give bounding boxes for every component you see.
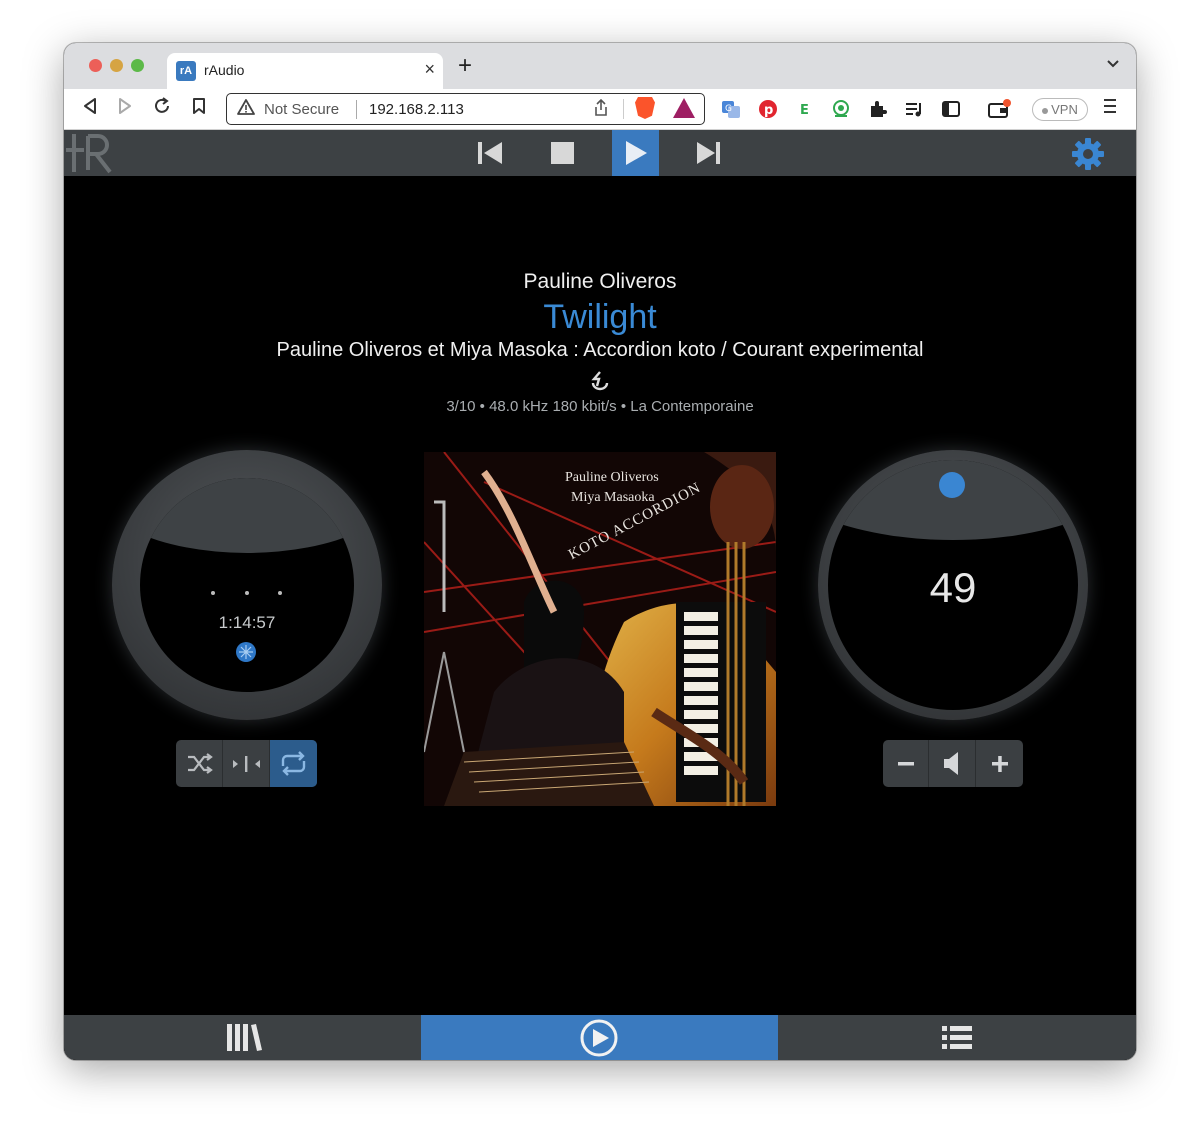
- time-dot: [211, 591, 215, 595]
- volume-up-button[interactable]: [977, 740, 1023, 787]
- volume-control-group: [883, 740, 1023, 787]
- playback-toolbar: [64, 130, 1136, 176]
- volume-down-button[interactable]: [883, 740, 929, 787]
- time-face: 1:14:57: [140, 478, 354, 692]
- evernote-icon[interactable]: E: [795, 99, 815, 119]
- extension-leaf-icon[interactable]: [831, 99, 851, 119]
- next-button[interactable]: [685, 130, 732, 176]
- url-text[interactable]: 192.168.2.113: [369, 101, 464, 118]
- browser-toolbar: Not Secure 192.168.2.113 G p E VPN: [64, 89, 1136, 130]
- brave-shield-icon[interactable]: [635, 97, 655, 119]
- vpn-button[interactable]: VPN: [1032, 98, 1088, 121]
- zoom-window-button[interactable]: [131, 59, 144, 72]
- play-button[interactable]: [612, 130, 659, 176]
- close-window-button[interactable]: [89, 59, 102, 72]
- cover-line-1: Pauline Oliveros: [565, 470, 659, 485]
- bottom-navigation: [64, 1015, 1136, 1060]
- vpn-label: VPN: [1051, 102, 1078, 117]
- address-bar[interactable]: Not Secure 192.168.2.113: [226, 93, 705, 125]
- elapsed-time: 1:14:57: [218, 613, 276, 632]
- security-label[interactable]: Not Secure: [264, 101, 339, 118]
- sidebar-icon[interactable]: [941, 99, 961, 119]
- volume-knob[interactable]: 49: [818, 450, 1088, 720]
- extensions-puzzle-icon[interactable]: [868, 99, 888, 119]
- source-icon: [588, 370, 612, 392]
- track-info: 3/10 • 48.0 kHz 180 kbit/s • La Contempo…: [446, 398, 754, 415]
- repeat-button[interactable]: [270, 740, 317, 787]
- tab-list-chevron-icon[interactable]: [1106, 56, 1120, 72]
- url-divider: [623, 99, 624, 119]
- tab-playback[interactable]: [421, 1015, 778, 1060]
- tab-bar: rA rAudio × +: [64, 43, 1136, 89]
- forward-icon[interactable]: [117, 97, 133, 121]
- raudio-favicon-icon: rA: [176, 61, 196, 81]
- time-face-arc: [140, 478, 354, 553]
- svg-text:p: p: [764, 103, 773, 118]
- volume-value: 49: [929, 564, 977, 611]
- tab-library[interactable]: [64, 1015, 421, 1060]
- minimize-window-button[interactable]: [110, 59, 123, 72]
- tab-close-icon[interactable]: ×: [424, 59, 435, 80]
- tab-title: rAudio: [204, 62, 245, 78]
- new-tab-button[interactable]: +: [458, 53, 472, 79]
- browser-tab[interactable]: rA rAudio ×: [167, 53, 443, 89]
- single-button[interactable]: [223, 740, 270, 787]
- bookmark-icon[interactable]: [192, 97, 206, 121]
- shuffle-button[interactable]: [176, 740, 223, 787]
- brave-rewards-icon[interactable]: [673, 98, 695, 118]
- reload-icon[interactable]: [153, 97, 171, 121]
- track-artist[interactable]: Pauline Oliveros: [64, 270, 1136, 294]
- album-cover[interactable]: Pauline Oliveros Miya Masaoka KOTO ACCOR…: [424, 452, 776, 806]
- playback-mode-group: [176, 740, 317, 787]
- browser-window: rA rAudio × + Not Secure 192.168.2.113 G…: [64, 43, 1136, 1060]
- share-icon[interactable]: [593, 98, 609, 122]
- stop-button[interactable]: [539, 130, 586, 176]
- mute-button[interactable]: [930, 740, 976, 787]
- track-title[interactable]: Twilight: [64, 298, 1136, 337]
- volume-face: 49: [828, 460, 1078, 710]
- settings-gear-icon[interactable]: [1070, 136, 1106, 172]
- time-dot: [278, 591, 282, 595]
- svg-text:E: E: [800, 103, 809, 118]
- cover-line-2: Miya Masaoka: [571, 490, 655, 505]
- hamburger-menu-icon[interactable]: [1102, 97, 1118, 121]
- raudio-logo-icon[interactable]: [64, 130, 112, 176]
- pinterest-icon[interactable]: p: [758, 99, 778, 119]
- time-knob[interactable]: 1:14:57: [112, 450, 382, 720]
- tab-playlist[interactable]: [778, 1015, 1136, 1060]
- vpn-status-icon: [1042, 107, 1049, 114]
- previous-button[interactable]: [466, 130, 513, 176]
- url-separator: [356, 100, 357, 119]
- translate-icon[interactable]: G: [721, 99, 741, 119]
- back-icon[interactable]: [82, 97, 98, 121]
- volume-handle[interactable]: [939, 472, 965, 498]
- warning-icon: [237, 99, 255, 120]
- wallet-icon[interactable]: [988, 99, 1011, 119]
- time-dot: [245, 591, 249, 595]
- svg-text:G: G: [725, 104, 732, 114]
- playlist-icon[interactable]: [904, 99, 924, 119]
- spinner-icon: [236, 642, 256, 662]
- track-album[interactable]: Pauline Oliveros et Miya Masoka : Accord…: [64, 339, 1136, 362]
- raudio-app: Pauline Oliveros Twilight Pauline Oliver…: [64, 130, 1136, 1060]
